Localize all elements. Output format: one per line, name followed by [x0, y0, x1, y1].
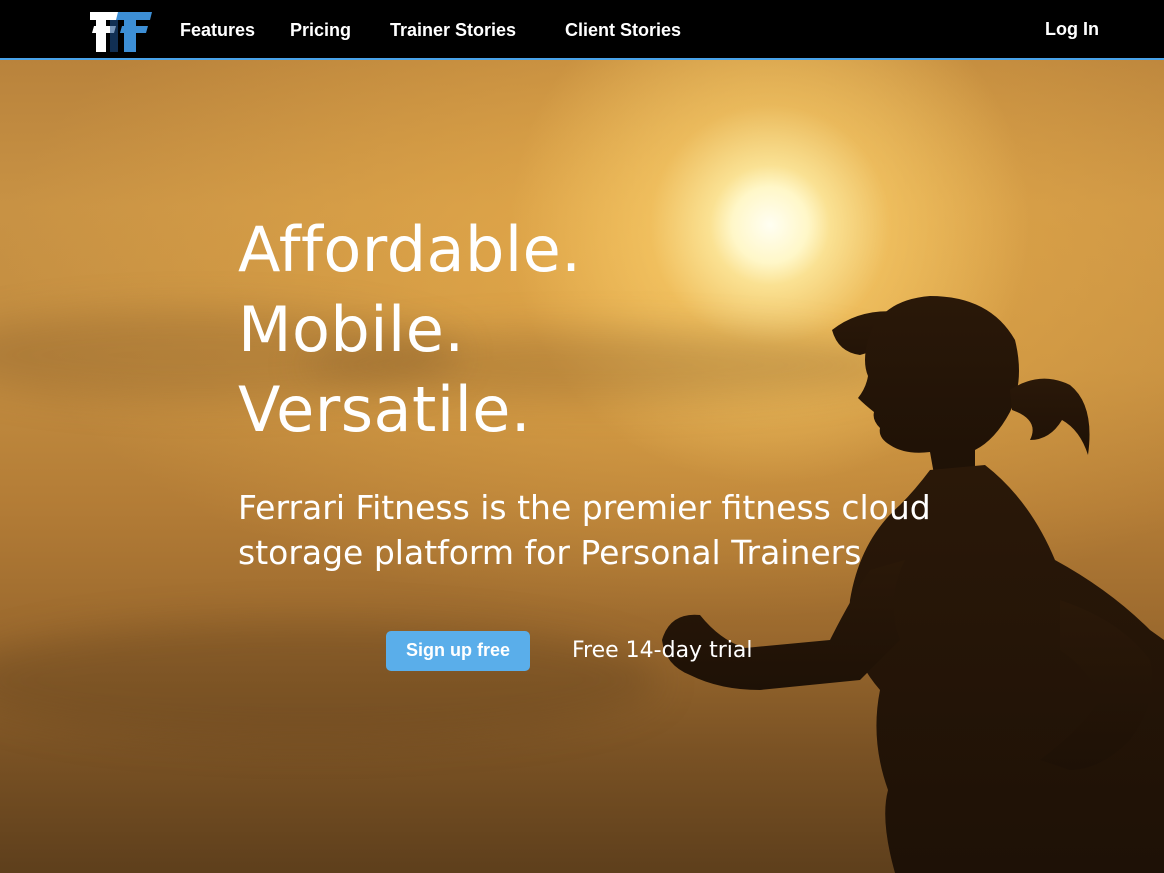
- free-trial-text: Free 14-day trial: [572, 638, 753, 663]
- ferrari-fitness-logo[interactable]: [88, 8, 156, 54]
- headline-line-mobile: Mobile.: [238, 293, 465, 366]
- nav-features[interactable]: Features: [180, 20, 255, 41]
- nav-client-stories[interactable]: Client Stories: [565, 20, 681, 41]
- sign-up-free-button[interactable]: Sign up free: [386, 631, 530, 671]
- headline-line-versatile: Versatile.: [238, 373, 532, 446]
- runner-silhouette-image: [662, 296, 1164, 873]
- nav-trainer-stories[interactable]: Trainer Stories: [390, 20, 516, 41]
- top-navbar: Features Pricing Trainer Stories Client …: [0, 0, 1164, 60]
- hero-headline: Affordable. Mobile. Versatile.: [238, 210, 581, 450]
- nav-pricing[interactable]: Pricing: [290, 20, 351, 41]
- headline-line-affordable: Affordable.: [238, 213, 582, 286]
- login-link[interactable]: Log In: [1045, 19, 1099, 40]
- hero-tagline: Ferrari Fitness is the premier fitness c…: [238, 488, 931, 572]
- hero-section: Affordable. Mobile. Versatile. Ferrari F…: [0, 60, 1164, 873]
